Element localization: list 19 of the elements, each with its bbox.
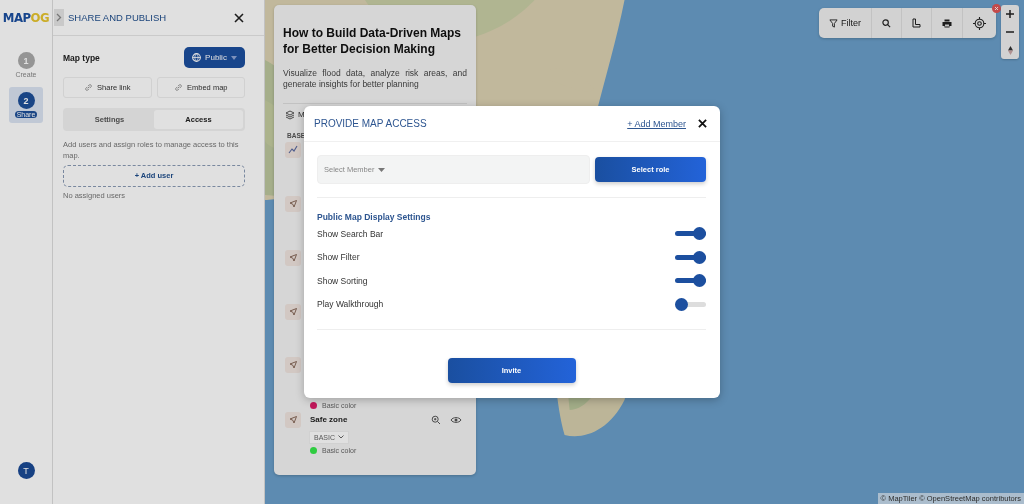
setting-label: Show Sorting <box>317 275 368 286</box>
filter-button[interactable]: Filter <box>819 8 872 38</box>
map-type-dropdown[interactable]: Public <box>184 47 245 68</box>
story-title: How to Build Data-Driven Maps for Better Decision Making <box>283 26 462 58</box>
story-description: Visualize flood data, analyze risk areas, and generate insights for better planning <box>283 67 467 104</box>
layer-name: Safe zone <box>310 415 349 425</box>
setting-label: Play Walkthrough <box>317 299 384 310</box>
avatar[interactable]: T <box>17 462 35 479</box>
setting-label: Show Filter <box>317 252 360 263</box>
section-title: Public Map Display Settings <box>317 212 432 222</box>
panel-title: SHARE AND PUBLISH <box>68 12 168 23</box>
dialog-title: PROVIDE MAP ACCESS <box>314 118 428 129</box>
map-type-label: Map type <box>63 52 100 63</box>
logo: MAPOG <box>2 9 50 27</box>
step-number: 2 <box>17 92 35 109</box>
add-member-link[interactable]: + Add Member <box>627 118 686 129</box>
layers-label: M <box>298 110 305 120</box>
setting-label: Show Search Bar <box>317 228 384 239</box>
step-number: 1 <box>17 52 35 69</box>
